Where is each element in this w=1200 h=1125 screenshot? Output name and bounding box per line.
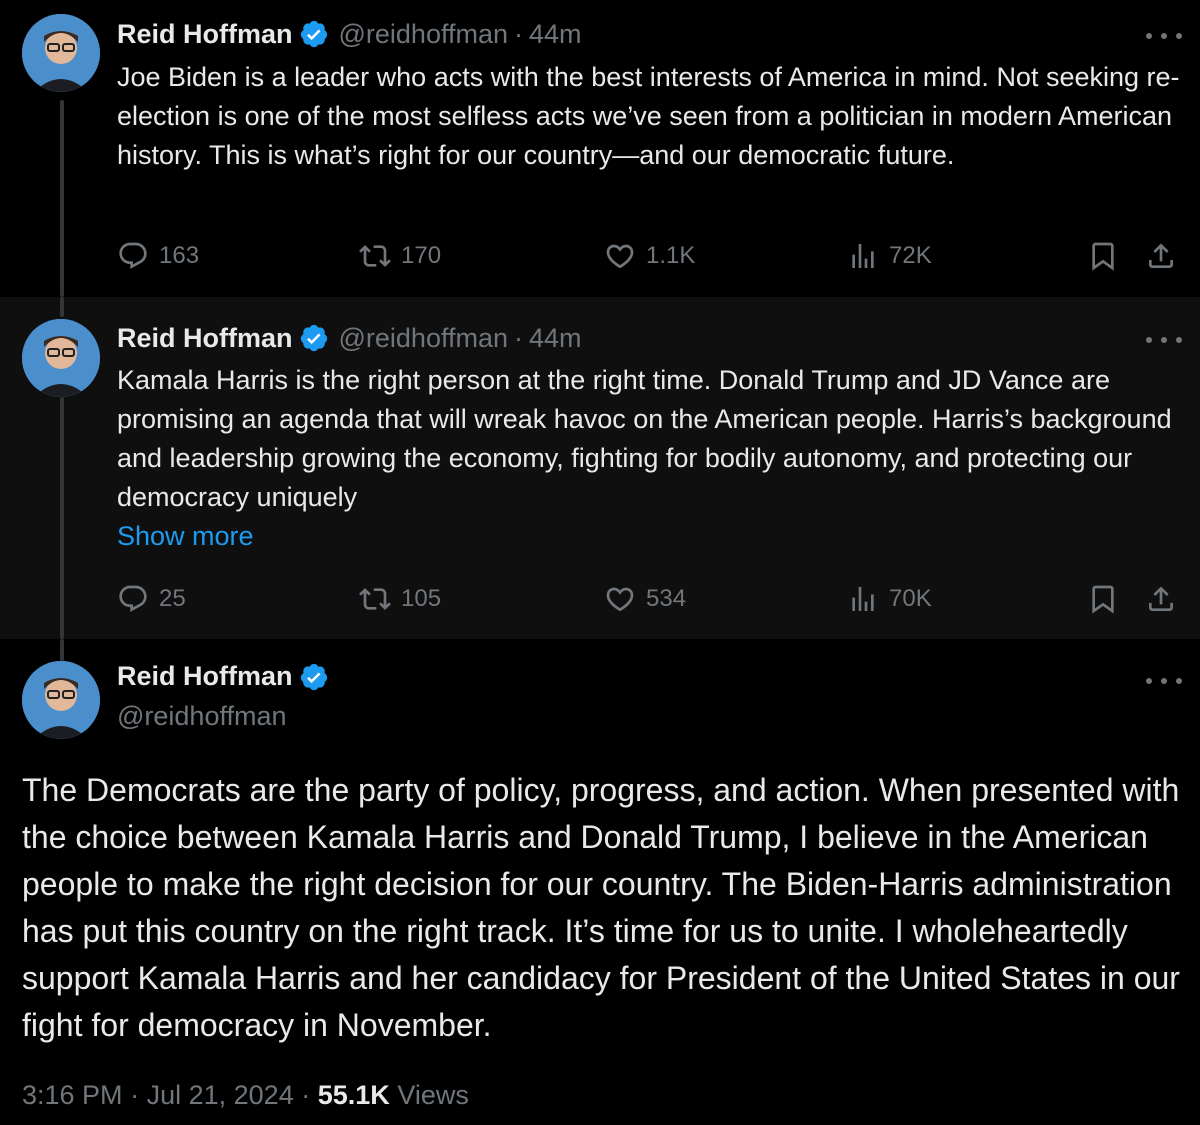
like-count: 534 bbox=[646, 585, 687, 612]
timestamp[interactable]: 44m bbox=[529, 18, 582, 50]
verified-badge-icon bbox=[300, 20, 327, 48]
author-handle[interactable]: @reidhoffman bbox=[339, 322, 509, 354]
separator: · bbox=[130, 1080, 140, 1110]
thread-line bbox=[60, 397, 64, 639]
share-icon bbox=[1149, 586, 1173, 611]
avatar[interactable] bbox=[22, 14, 100, 92]
tweet-1[interactable]: Reid Hoffman @reidhoffman · 44m Joe Bide… bbox=[0, 0, 1200, 297]
reply-button[interactable]: 25 bbox=[117, 581, 186, 617]
separator: · bbox=[301, 1080, 311, 1110]
bookmark-button[interactable] bbox=[1087, 238, 1119, 274]
reply-count: 163 bbox=[159, 242, 200, 269]
verified-badge-icon bbox=[300, 663, 327, 690]
repost-button[interactable]: 105 bbox=[359, 581, 441, 617]
reply-icon bbox=[119, 242, 147, 269]
views-button[interactable]: 72K bbox=[847, 238, 932, 274]
author-name[interactable]: Reid Hoffman bbox=[117, 18, 293, 50]
share-button[interactable] bbox=[1145, 238, 1177, 274]
views-label: Views bbox=[397, 1080, 469, 1110]
post-time[interactable]: 3:16 PM bbox=[22, 1080, 123, 1110]
views-count: 55.1K bbox=[317, 1080, 390, 1110]
thread-line-top bbox=[60, 297, 64, 317]
bookmark-button[interactable] bbox=[1087, 581, 1119, 617]
thread-line-top bbox=[60, 639, 64, 661]
views-icon bbox=[852, 587, 874, 611]
bookmark-icon bbox=[1092, 585, 1114, 614]
more-icon[interactable] bbox=[1146, 671, 1182, 691]
separator: · bbox=[514, 323, 524, 353]
main-tweet: Reid Hoffman @reidhoffman The Democrats … bbox=[0, 639, 1200, 1125]
tweet-header: Reid Hoffman @reidhoffman · 44m bbox=[117, 322, 582, 354]
tweet-text: The Democrats are the party of policy, p… bbox=[22, 772, 1180, 1043]
repost-count: 170 bbox=[401, 242, 442, 269]
separator: · bbox=[514, 19, 524, 49]
post-date[interactable]: Jul 21, 2024 bbox=[147, 1080, 294, 1110]
share-button[interactable] bbox=[1145, 581, 1177, 617]
like-button[interactable]: 1.1K bbox=[604, 238, 695, 274]
more-icon[interactable] bbox=[1146, 330, 1182, 350]
action-bar: 163 170 1.1K 72K bbox=[117, 238, 1180, 274]
tweet-2[interactable]: Reid Hoffman @reidhoffman · 44m Kamala H… bbox=[0, 297, 1200, 639]
action-bar: 25 105 534 70K bbox=[117, 581, 1180, 617]
bookmark-icon bbox=[1092, 242, 1114, 271]
show-more-link[interactable]: Show more bbox=[117, 519, 254, 553]
timestamp[interactable]: 44m bbox=[529, 322, 582, 354]
like-icon bbox=[606, 244, 634, 269]
author-handle[interactable]: @reidhoffman bbox=[339, 18, 509, 50]
repost-icon bbox=[359, 588, 391, 610]
tweet-meta: 3:16 PM · Jul 21, 2024 · 55.1K Views bbox=[22, 1080, 469, 1111]
views-count: 70K bbox=[889, 585, 932, 612]
share-icon bbox=[1149, 243, 1173, 268]
reply-button[interactable]: 163 bbox=[117, 238, 199, 274]
views-button[interactable]: 70K bbox=[847, 581, 932, 617]
avatar[interactable] bbox=[22, 319, 100, 397]
author-name-row: Reid Hoffman bbox=[117, 661, 339, 692]
thread-line bbox=[60, 100, 64, 297]
like-count: 1.1K bbox=[646, 242, 696, 269]
repost-button[interactable]: 170 bbox=[359, 238, 441, 274]
like-icon bbox=[606, 587, 634, 612]
views-icon bbox=[852, 244, 874, 268]
repost-icon bbox=[359, 245, 391, 267]
author-handle[interactable]: @reidhoffman bbox=[117, 701, 287, 732]
author-name[interactable]: Reid Hoffman bbox=[117, 661, 293, 692]
tweet-header: Reid Hoffman @reidhoffman · 44m bbox=[117, 18, 582, 50]
views-count: 72K bbox=[889, 242, 932, 269]
author-name[interactable]: Reid Hoffman bbox=[117, 322, 293, 354]
like-button[interactable]: 534 bbox=[604, 581, 686, 617]
avatar[interactable] bbox=[22, 661, 100, 739]
more-icon[interactable] bbox=[1146, 26, 1182, 46]
reply-icon bbox=[119, 585, 147, 612]
verified-badge-icon bbox=[300, 324, 327, 352]
reply-count: 25 bbox=[159, 585, 186, 612]
repost-count: 105 bbox=[401, 585, 442, 612]
tweet-text: Kamala Harris is the right person at the… bbox=[117, 365, 1172, 512]
tweet-text: Joe Biden is a leader who acts with the … bbox=[117, 62, 1180, 170]
